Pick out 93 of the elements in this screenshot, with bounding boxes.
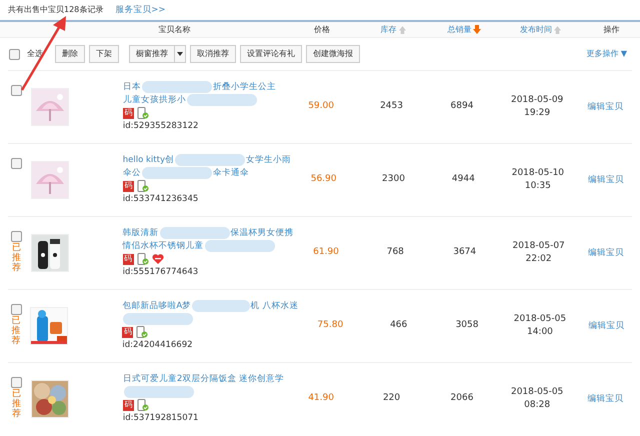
edit-link[interactable]: 编辑宝贝	[580, 320, 632, 332]
stock: 768	[386, 246, 405, 260]
column-header[interactable]: 库存	[380, 24, 397, 36]
product-title[interactable]: 女学生小雨	[246, 154, 291, 166]
dropdown-button[interactable]	[175, 45, 186, 63]
sales: 3674	[452, 246, 478, 260]
toolbar-button[interactable]: 删除	[55, 45, 85, 63]
blurred-text	[160, 227, 230, 240]
stock: 220	[382, 392, 402, 406]
product-title[interactable]: 机 八杯水迷	[250, 300, 298, 312]
product-title[interactable]: 韩版清新	[122, 226, 159, 240]
price: 61.90	[312, 246, 340, 260]
edit-link[interactable]: 编辑宝贝	[579, 100, 632, 114]
recommended-label: 已推荐	[12, 244, 21, 274]
publish-date: 2018-05-09	[510, 94, 564, 106]
checkbox[interactable]	[9, 48, 20, 60]
product-title[interactable]: 伞公	[122, 166, 141, 180]
checkbox[interactable]	[10, 231, 22, 242]
sort-arrow-icon[interactable]	[398, 26, 406, 34]
sort-arrow-icon[interactable]	[554, 26, 561, 34]
toolbar-button[interactable]: 取消推荐	[190, 45, 236, 63]
code-badge: 码	[122, 108, 134, 119]
product-id: id:537192815071	[122, 412, 200, 425]
mobile-check-icon	[136, 107, 149, 120]
checkbox[interactable]	[10, 304, 22, 315]
publish-date: 2018-05-10	[512, 166, 564, 180]
code-badge: 码	[122, 254, 134, 265]
toolbar-button[interactable]: 设置评论有礼	[240, 45, 302, 63]
stock: 2453	[379, 100, 404, 114]
sales: 4944	[450, 173, 476, 186]
edit-link[interactable]: 编辑宝贝	[579, 392, 632, 406]
checkbox[interactable]	[10, 85, 22, 96]
record-count: 共有出售中宝贝128条记录	[8, 4, 104, 16]
product-id: id:533741236345	[122, 193, 200, 206]
product-title[interactable]: 日本	[122, 80, 141, 94]
product-title[interactable]: 儿童女孩拱形小	[122, 94, 186, 106]
publish-date: 2018-05-07	[512, 240, 565, 252]
product-id: id:555176774643	[122, 266, 200, 279]
publish-time: 08:28	[524, 399, 550, 412]
edit-link[interactable]: 编辑宝贝	[580, 246, 632, 260]
product-title[interactable]: 伞卡通伞	[212, 166, 249, 180]
column-header: 宝贝名称	[158, 24, 191, 36]
edit-link[interactable]: 编辑宝贝	[580, 174, 632, 186]
stock: 466	[389, 319, 408, 332]
more-actions-link[interactable]: 更多操作 ▼	[586, 48, 627, 60]
blurred-text	[142, 81, 212, 94]
blurred-text	[142, 167, 212, 180]
toolbar-button[interactable]: 橱窗推荐	[129, 45, 175, 63]
mobile-check-icon	[136, 326, 148, 338]
recommended-label: 已推荐	[12, 390, 21, 420]
price: 59.00	[307, 100, 335, 114]
product-id: id:24204416692	[122, 339, 194, 352]
product-id: id:529355283122	[122, 120, 200, 133]
sales: 2066	[450, 392, 474, 406]
product-title[interactable]: 折叠小学生公主	[212, 80, 276, 94]
publish-time: 10:35	[524, 180, 551, 193]
sales: 6894	[450, 100, 474, 114]
caret-icon	[177, 52, 183, 56]
checkbox[interactable]	[10, 377, 22, 388]
service-link[interactable]: 服务宝贝>>	[115, 4, 166, 16]
publish-time: 22:02	[526, 253, 552, 266]
checkbox[interactable]	[10, 158, 22, 169]
column-header[interactable]: 总销量	[447, 24, 472, 36]
code-badge: 码	[122, 400, 134, 411]
blurred-text	[175, 154, 245, 166]
publish-time: 14:00	[526, 326, 553, 339]
toolbar-button[interactable]: 创建微海报	[306, 45, 360, 63]
recommended-label: 已推荐	[12, 317, 21, 347]
mobile-check-icon	[136, 253, 149, 266]
code-badge: 码	[122, 326, 134, 338]
product-title[interactable]: hello kitty创	[122, 154, 174, 166]
product-title[interactable]: 包邮新品哆啦A梦	[122, 300, 192, 312]
publish-date: 2018-05-05	[514, 312, 566, 326]
price: 56.90	[310, 173, 338, 186]
mobile-check-icon	[136, 180, 149, 192]
column-header[interactable]: 发布时间	[520, 24, 552, 36]
sort-arrow-icon[interactable]	[473, 25, 482, 34]
code-badge: 码	[122, 180, 134, 192]
publish-date: 2018-05-05	[510, 386, 564, 398]
toolbar-button[interactable]: 下架	[89, 45, 119, 63]
blurred-text	[192, 300, 250, 312]
stock: 2300	[381, 173, 406, 186]
mobile-check-icon	[136, 399, 149, 412]
column-header: 价格	[314, 24, 330, 36]
column-header: 操作	[604, 24, 620, 36]
product-title[interactable]: 日式可爱儿童2双层分隔饭盒 迷你创意学	[122, 372, 284, 386]
publish-time: 19:29	[524, 107, 550, 120]
price: 75.80	[316, 319, 344, 332]
heart-icon	[152, 253, 164, 266]
product-title[interactable]: 保温杯男女便携	[230, 226, 294, 240]
product-title[interactable]: 情侣水杯不锈钢儿童	[122, 240, 204, 252]
price: 41.90	[307, 392, 335, 406]
sales: 3058	[454, 319, 480, 332]
